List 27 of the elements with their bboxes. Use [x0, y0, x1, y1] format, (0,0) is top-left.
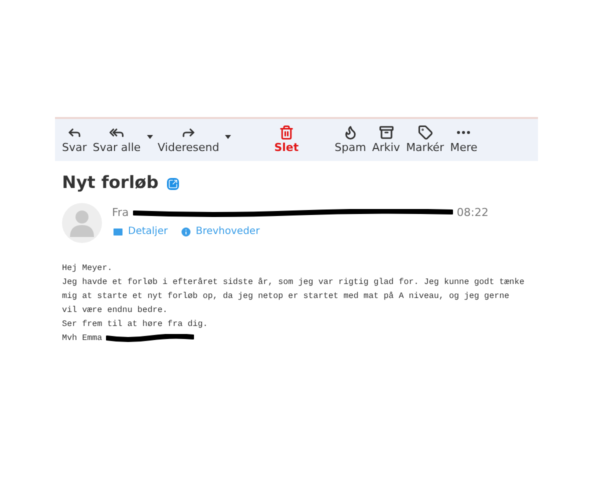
- message-line: Jeg havde et forløb i efteråret sidste år, som jeg var rigtig glad for. Jeg kunne godt tænke: [62, 276, 524, 288]
- tag-icon: [418, 124, 433, 140]
- toolbar-button[interactable]: Svar alle: [90, 124, 155, 156]
- message-line: Ser frem til at høre fra dig.: [62, 318, 208, 330]
- flame-icon: [342, 124, 358, 140]
- trash-icon: [278, 124, 294, 140]
- toolbar-button[interactable]: Videresend: [154, 124, 234, 156]
- more-icon: [457, 130, 470, 134]
- person-icon: [69, 208, 95, 236]
- from-label: Fra: [112, 204, 129, 220]
- caret-icon: [225, 134, 232, 138]
- signature: Mvh Emma: [62, 332, 102, 344]
- toolbar-button[interactable]: Svar: [59, 124, 90, 156]
- archive-icon: [378, 124, 394, 140]
- toolbar-button[interactable]: Mere: [447, 124, 480, 156]
- caret-icon: [146, 134, 153, 138]
- message-time: 08:22: [456, 204, 488, 220]
- open-external-icon[interactable]: [166, 178, 178, 190]
- message-line: Hej Meyer.: [62, 262, 112, 274]
- message-subject: Nyt forløb: [62, 172, 158, 195]
- message-line: vil være endnu bedre.: [62, 304, 168, 316]
- toolbar-button[interactable]: Spam: [332, 124, 370, 156]
- message-line: mig at starte et nyt forløb op, da jeg netop er startet med mat på A niveau, og jeg gerne: [62, 290, 510, 302]
- toolbar-button[interactable]: Arkiv: [369, 124, 404, 156]
- info-icon: [180, 226, 192, 238]
- toolbar-button[interactable]: Markér: [403, 124, 448, 156]
- toolbar-button[interactable]: Slet: [271, 124, 302, 156]
